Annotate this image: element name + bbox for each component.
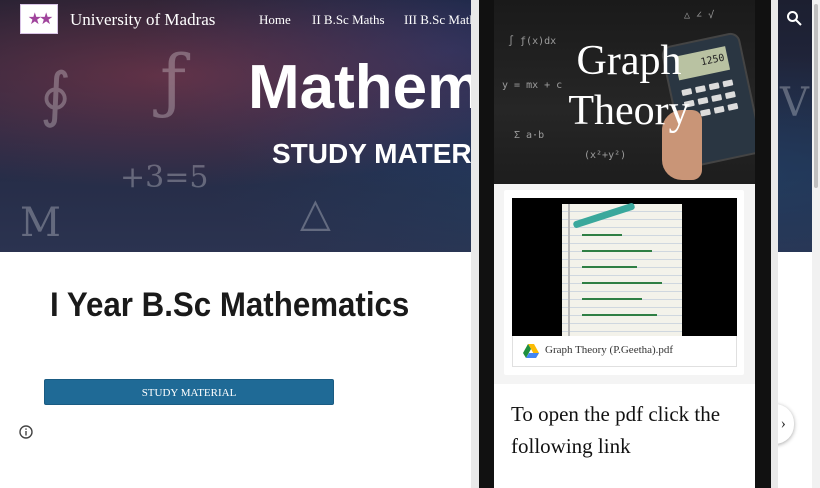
notebook-writing [582,234,622,236]
notebook-writing [582,314,657,316]
hero-doodle: M [20,200,61,246]
site-name[interactable]: University of Madras [70,10,215,30]
page-scrollbar-thumb[interactable] [814,4,818,188]
banner-scribble: △ ∠ √ [684,10,715,21]
open-pdf-instruction: To open the pdf click the following link [511,402,721,458]
calculator-key [708,82,720,91]
hero-doodle: +3=5 [120,160,209,195]
section-heading: I Year B.Sc Mathematics [50,286,410,324]
notebook-writing [582,282,662,284]
info-icon[interactable] [19,425,33,439]
banner-title-line1: Graph [576,38,682,84]
hero-title: Mathem [248,53,483,122]
nav-home[interactable]: Home [259,12,291,28]
calculator-key [722,79,734,88]
graph-theory-banner: ∫ ƒ(x)dx y = mx + c Σ a·b (x²+y²) △ ∠ √ … [494,0,755,184]
banner-scribble: ∫ ƒ(x)dx [508,36,557,47]
nav-iii-bsc-maths[interactable]: III B.Sc Math [404,12,476,28]
pdf-file-name[interactable]: Graph Theory (P.Geetha).pdf [545,344,673,356]
calculator-key [724,91,736,100]
calculator-key [711,94,723,102]
calculator-key [727,102,739,111]
banner-scribble: (x²+y²) [584,150,627,161]
hero-doodle: ∮ [40,60,72,130]
hero-subtitle: STUDY MATER [272,138,472,169]
banner-title: Graph Theory [554,36,704,136]
hero-doodle: △ [300,190,331,236]
banner-title-line2: Theory [568,88,690,134]
banner-scribble: Σ a·b [514,130,545,141]
search-icon[interactable] [786,10,802,26]
nav-ii-bsc-maths[interactable]: II B.Sc Maths [312,12,385,28]
notebook-writing [582,250,652,252]
hero-doodle: V [780,80,809,126]
google-drive-icon [523,344,539,358]
pdf-thumbnail[interactable] [512,198,737,336]
drive-file-row[interactable]: Graph Theory (P.Geetha).pdf [512,336,737,367]
hero-doodle: ƒ [160,40,186,122]
notebook-writing [582,298,642,300]
notebook-writing [582,266,637,268]
university-logo[interactable]: ★★ [20,4,58,34]
pdf-preview-card[interactable]: Graph Theory (P.Geetha).pdf [504,190,744,375]
study-material-button[interactable]: STUDY MATERIAL [44,379,334,405]
calculator-key [713,105,725,114]
notebook-margin [568,204,570,336]
